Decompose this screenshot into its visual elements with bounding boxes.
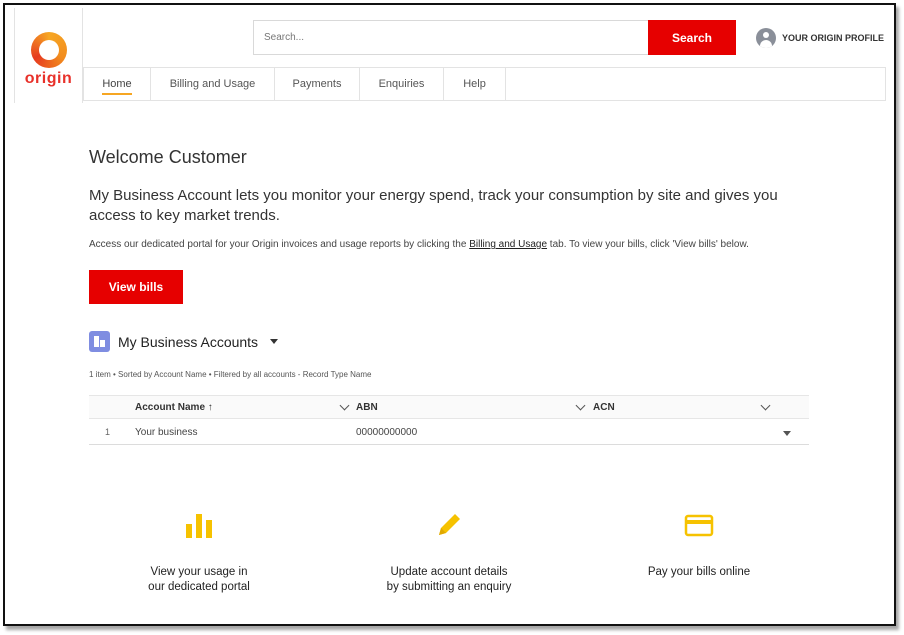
intro-text: My Business Account lets you monitor you… bbox=[89, 187, 778, 224]
building-icon bbox=[89, 331, 110, 352]
page-title: Welcome Customer bbox=[89, 147, 247, 167]
accounts-title: My Business Accounts bbox=[118, 333, 259, 350]
portal-note-text-after: tab. To view your bills, click 'View bil… bbox=[547, 239, 749, 250]
logo-ring-icon bbox=[30, 32, 67, 68]
tab-help[interactable]: Help bbox=[444, 68, 506, 100]
row-index: 1 bbox=[105, 427, 111, 437]
table-header: Account Name ↑ ABN ACN bbox=[89, 395, 809, 419]
portal-note: Access our dedicated portal for your Ori… bbox=[89, 239, 749, 250]
page-frame: origin Search YOUR ORIGIN PROFILE Home B… bbox=[3, 3, 896, 626]
chevron-down-icon[interactable] bbox=[575, 400, 586, 411]
column-acn[interactable]: ACN bbox=[593, 402, 615, 413]
main-nav: Home Billing and Usage Payments Enquirie… bbox=[83, 67, 886, 101]
user-avatar-icon bbox=[756, 28, 776, 48]
chevron-down-icon[interactable] bbox=[760, 400, 771, 411]
table-row: 1 Your business 00000000000 bbox=[89, 419, 809, 445]
profile-label: YOUR ORIGIN PROFILE bbox=[782, 33, 885, 43]
list-meta: 1 item • Sorted by Account Name • Filter… bbox=[89, 370, 372, 379]
account-name-cell[interactable]: Your business bbox=[135, 427, 197, 438]
chevron-down-icon[interactable] bbox=[339, 400, 350, 411]
feature-usage[interactable]: View your usage in our dedicated portal bbox=[89, 505, 309, 595]
accounts-header: My Business Accounts bbox=[89, 331, 279, 352]
profile-menu[interactable]: YOUR ORIGIN PROFILE bbox=[756, 28, 884, 48]
row-actions-icon[interactable] bbox=[783, 431, 791, 436]
tab-payments[interactable]: Payments bbox=[275, 68, 360, 100]
origin-logo[interactable]: origin bbox=[14, 8, 83, 103]
feature-update-details[interactable]: Update account details by submitting an … bbox=[339, 505, 559, 595]
feature-update-line1: Update account details bbox=[390, 566, 508, 578]
feature-usage-line2: our dedicated portal bbox=[148, 581, 250, 593]
list-view-dropdown-icon[interactable] bbox=[270, 339, 279, 344]
search-button[interactable]: Search bbox=[648, 20, 736, 55]
feature-usage-line1: View your usage in bbox=[150, 566, 248, 578]
top-bar: Search YOUR ORIGIN PROFILE bbox=[83, 8, 886, 70]
view-bills-button[interactable]: View bills bbox=[89, 270, 183, 304]
bar-chart-icon bbox=[186, 514, 212, 538]
portal-note-text-before: Access our dedicated portal for your Ori… bbox=[89, 239, 470, 250]
feature-pay-bills[interactable]: Pay your bills online bbox=[589, 505, 809, 580]
billing-and-usage-link[interactable]: Billing and Usage bbox=[469, 239, 547, 250]
feature-update-line2: by submitting an enquiry bbox=[386, 581, 512, 593]
search-input[interactable] bbox=[253, 20, 649, 55]
column-abn[interactable]: ABN bbox=[356, 402, 378, 413]
accounts-table: Account Name ↑ ABN ACN 1 Your business 0… bbox=[89, 395, 809, 445]
pencil-icon bbox=[439, 514, 460, 535]
logo-text: origin bbox=[24, 70, 73, 87]
feature-pay-line1: Pay your bills online bbox=[647, 566, 751, 578]
abn-cell: 00000000000 bbox=[356, 427, 418, 438]
tab-billing-and-usage[interactable]: Billing and Usage bbox=[151, 68, 275, 100]
tab-home[interactable]: Home bbox=[84, 68, 151, 100]
tab-enquiries[interactable]: Enquiries bbox=[360, 68, 444, 100]
column-account-name[interactable]: Account Name ↑ bbox=[135, 402, 213, 413]
credit-card-icon bbox=[684, 514, 714, 537]
